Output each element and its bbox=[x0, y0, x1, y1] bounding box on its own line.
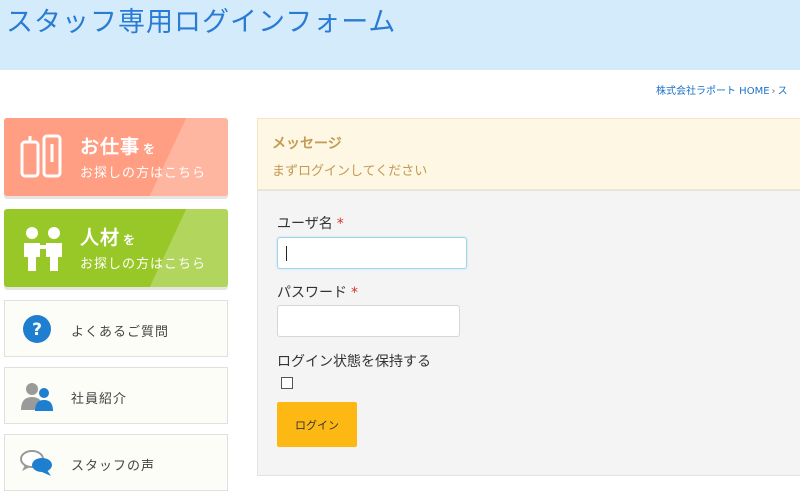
banner-main: お仕事を bbox=[80, 132, 156, 159]
remember-label: ログイン状態を保持する bbox=[277, 354, 431, 370]
password-input[interactable] bbox=[277, 305, 460, 337]
required-mark: * bbox=[351, 285, 358, 301]
documents-icon bbox=[20, 134, 62, 178]
password-label: パスワード * bbox=[277, 282, 358, 302]
message-text: まずログインしてください bbox=[272, 164, 428, 179]
banner-sub: お探しの方はこちら bbox=[80, 166, 207, 181]
sidebar-item-staff-voice[interactable]: スタッフの声 bbox=[4, 434, 228, 491]
banner-main-text: 人材 bbox=[80, 227, 121, 249]
page-title: スタッフ専用ログインフォーム bbox=[6, 7, 397, 38]
username-input[interactable] bbox=[277, 237, 467, 269]
banner-stripe bbox=[149, 209, 228, 287]
banner-main-text: お仕事 bbox=[80, 136, 141, 158]
svg-text:?: ? bbox=[32, 320, 42, 340]
remember-checkbox[interactable] bbox=[281, 377, 293, 389]
password-label-text: パスワード bbox=[277, 285, 347, 301]
text-caret bbox=[286, 246, 287, 261]
sidebar-item-label: スタッフの声 bbox=[71, 459, 156, 474]
sidebar-item-label: よくあるご質問 bbox=[71, 325, 170, 340]
people-icon bbox=[24, 227, 62, 271]
sidebar: お仕事を お探しの方はこちら 人材を お探しの方はこちら ? よくあるご質問 社… bbox=[4, 118, 228, 500]
job-search-banner[interactable]: お仕事を お探しの方はこちら bbox=[4, 118, 228, 196]
sidebar-item-label: 社員紹介 bbox=[71, 392, 128, 407]
staff-icon bbox=[21, 383, 53, 411]
required-mark: * bbox=[336, 216, 344, 232]
banner-suffix: を bbox=[143, 142, 157, 156]
question-icon: ? bbox=[23, 315, 51, 343]
speech-bubble-icon bbox=[20, 450, 52, 476]
sidebar-item-faq[interactable]: ? よくあるご質問 bbox=[4, 300, 228, 357]
breadcrumb: 株式会社ラポート HOME › ス bbox=[656, 82, 788, 97]
message-box: メッセージ まずログインしてください bbox=[257, 118, 800, 190]
banner-stripe bbox=[149, 118, 228, 196]
breadcrumb-home-link[interactable]: 株式会社ラポート HOME bbox=[656, 86, 770, 97]
login-button[interactable]: ログイン bbox=[277, 402, 357, 447]
page-header: スタッフ専用ログインフォーム bbox=[0, 0, 800, 70]
banner-main: 人材を bbox=[80, 223, 136, 250]
username-label-text: ユーザ名 bbox=[277, 216, 333, 232]
talent-search-banner[interactable]: 人材を お探しの方はこちら bbox=[4, 209, 228, 287]
sidebar-item-staff-intro[interactable]: 社員紹介 bbox=[4, 367, 228, 424]
banner-sub: お探しの方はこちら bbox=[80, 257, 207, 272]
banner-suffix: を bbox=[123, 233, 137, 247]
breadcrumb-current: ス bbox=[777, 86, 788, 97]
breadcrumb-separator: › bbox=[771, 86, 776, 97]
username-label: ユーザ名 * bbox=[277, 213, 344, 233]
login-form: ユーザ名 * パスワード * ログイン状態を保持する ログイン bbox=[257, 190, 800, 476]
message-title: メッセージ bbox=[272, 136, 342, 152]
